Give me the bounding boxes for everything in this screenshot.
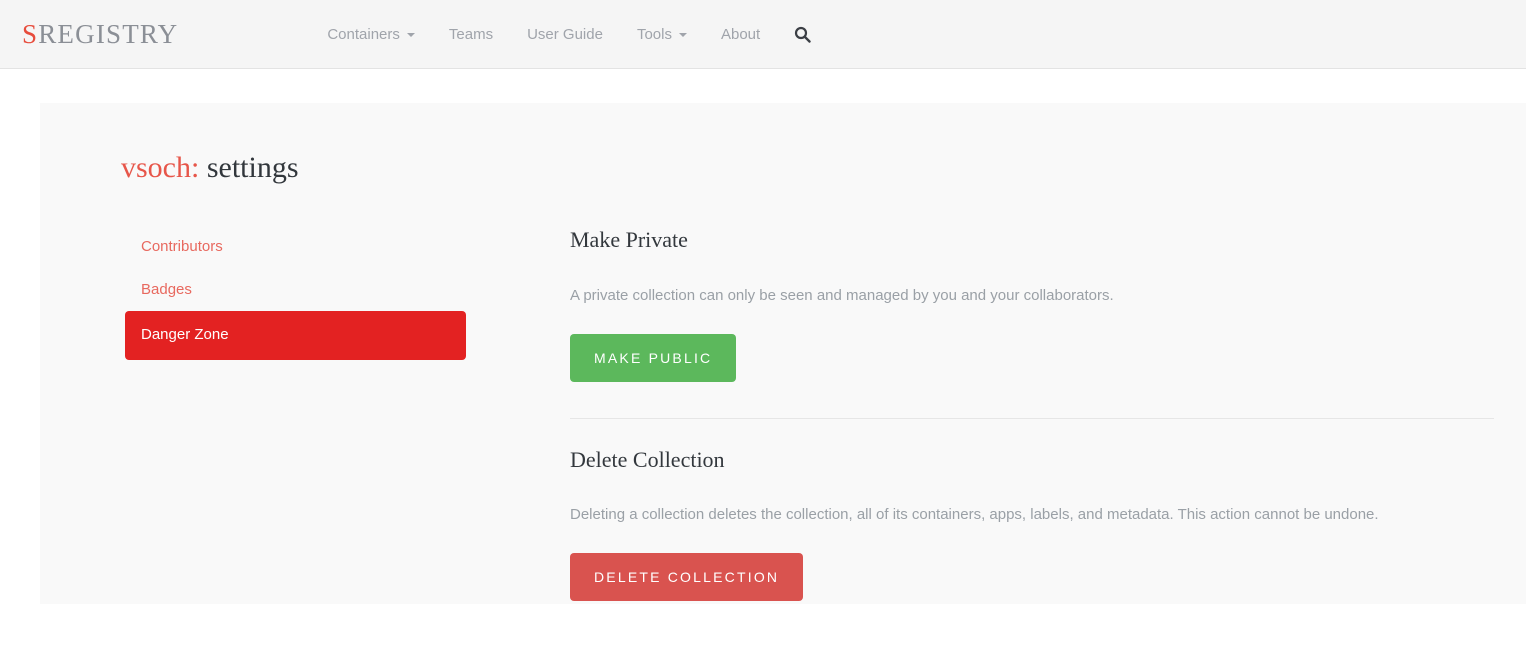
nav-item-user-guide-label: User Guide [527,25,603,43]
chevron-down-icon [678,33,687,37]
sidebar-item-contributors-label: Contributors [141,238,223,255]
top-navbar: SREGISTRY Containers Teams User Guide To… [0,0,1526,69]
nav-item-tools[interactable]: Tools [620,27,704,42]
page-title-section: settings [206,151,299,184]
settings-columns: Contributors Badges Danger Zone Make Pri… [40,226,1526,602]
logo-text: REGISTRY [38,18,179,49]
nav-item-teams-label: Teams [448,25,494,43]
site-logo[interactable]: SREGISTRY [22,18,179,49]
sidebar-item-badges-label: Badges [141,280,192,298]
settings-content: Make Private A private collection can on… [570,226,1526,602]
settings-sidebar: Contributors Badges Danger Zone [40,226,570,601]
nav-links: Containers Teams User Guide Tools About [310,26,828,43]
delete-collection-button[interactable]: Delete Collection [570,553,804,602]
search-icon [795,26,811,43]
nav-item-about-label: About [720,25,761,43]
page-wrapper: vsoch: settings Contributors Badges Dang… [0,69,1526,604]
page-title: vsoch: settings [121,150,1526,186]
make-public-button[interactable]: Make Public [570,333,737,382]
nav-item-containers-label: Containers [327,25,400,43]
page-title-owner: vsoch: [121,151,200,184]
section-divider [570,417,1494,419]
search-button[interactable] [777,26,828,43]
delete-collection-section: Delete Collection Deleting a collection … [570,446,1494,602]
logo-accent-letter: S [22,18,39,49]
make-private-description: A private collection can only be seen an… [570,286,1114,304]
settings-panel: vsoch: settings Contributors Badges Dang… [40,103,1526,604]
nav-item-user-guide[interactable]: User Guide [510,27,620,42]
nav-item-tools-label: Tools [636,25,672,43]
make-private-section: Make Private A private collection can on… [570,226,1494,382]
chevron-down-icon [406,33,415,37]
nav-item-teams[interactable]: Teams [432,27,510,42]
sidebar-item-danger-zone[interactable]: Danger Zone [125,311,466,360]
sidebar-item-badges[interactable]: Badges [125,269,570,312]
sidebar-item-danger-zone-label: Danger Zone [141,326,229,343]
nav-item-about[interactable]: About [704,27,777,42]
sidebar-item-contributors[interactable]: Contributors [125,226,570,269]
delete-collection-heading: Delete Collection [570,446,725,472]
make-private-heading: Make Private [570,227,688,252]
delete-collection-description: Deleting a collection deletes the collec… [570,506,1379,524]
nav-item-containers[interactable]: Containers [310,27,432,42]
